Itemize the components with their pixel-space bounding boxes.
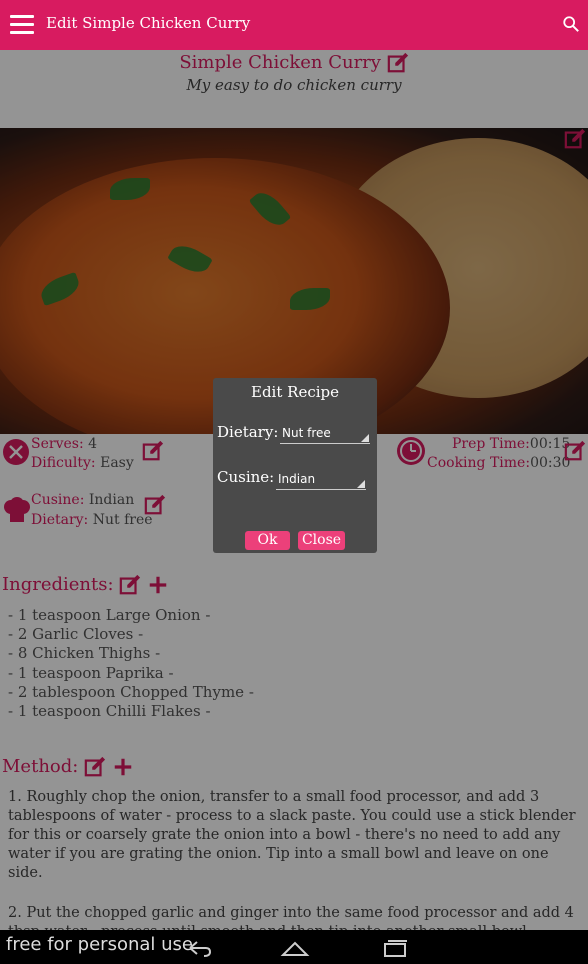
app-bar: Edit Simple Chicken Curry bbox=[0, 0, 588, 50]
app-bar-title: Edit Simple Chicken Curry bbox=[46, 14, 251, 32]
ok-button[interactable]: Ok bbox=[245, 531, 290, 550]
dropdown-arrow-icon bbox=[357, 480, 365, 488]
back-icon[interactable] bbox=[182, 938, 212, 958]
edit-recipe-dialog: Edit Recipe Dietary: Nut free Cusine: In… bbox=[213, 378, 377, 553]
close-button[interactable]: Close bbox=[298, 531, 345, 550]
dialog-dietary-label: Dietary: bbox=[217, 423, 279, 441]
dropdown-arrow-icon bbox=[361, 434, 369, 442]
dialog-cusine-label: Cusine: bbox=[217, 468, 275, 486]
home-icon[interactable] bbox=[280, 938, 310, 958]
search-icon[interactable] bbox=[562, 15, 580, 33]
dialog-title: Edit Recipe bbox=[251, 383, 339, 401]
dietary-select-value: Nut free bbox=[282, 426, 331, 440]
watermark: free for personal use bbox=[6, 934, 193, 955]
recent-apps-icon[interactable] bbox=[380, 938, 410, 958]
dietary-select[interactable]: Nut free bbox=[280, 423, 370, 444]
cusine-select-value: Indian bbox=[278, 472, 316, 486]
menu-icon[interactable] bbox=[10, 15, 34, 35]
cusine-select[interactable]: Indian bbox=[276, 469, 366, 490]
